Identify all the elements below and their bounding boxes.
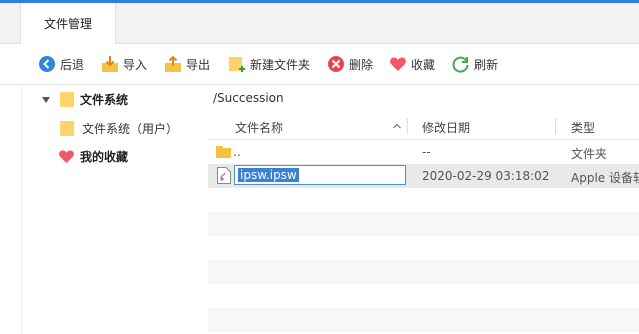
import-icon [101,55,119,73]
file-name: .. [233,145,241,159]
new-folder-button[interactable]: 新建文件夹 [228,54,310,74]
refresh-icon [452,55,470,73]
table-row[interactable]: .. -- 文件夹 [208,140,639,164]
delete-icon [327,55,345,73]
export-button[interactable]: 导出 [164,54,210,74]
favorite-button[interactable]: 收藏 [389,54,435,74]
empty-row [208,260,639,284]
sidebar-tree: 文件系统 文件系统（用户） 我的收藏 [22,85,209,334]
folder-icon [216,144,231,162]
refresh-label: 刷新 [474,57,499,72]
delete-label: 删除 [349,57,374,72]
rename-input-value: ipsw.ipsw [238,168,299,182]
column-divider[interactable] [407,118,408,134]
export-icon [164,55,182,73]
folder-icon [60,121,74,136]
heart-icon [58,149,75,164]
back-arrow-icon [38,55,56,73]
toolbar: 后退 导入 导出 新建文件夹 删除 收藏 刷新 [0,44,639,85]
tree-node-filesystem-user[interactable]: 文件系统（用户） [60,120,178,137]
column-header-date[interactable]: 修改日期 [422,119,470,136]
file-list-panel: /Succession 文件名称 修改日期 类型 .. -- 文件夹 ipsw.… [208,85,639,334]
back-label: 后退 [60,57,85,72]
left-edge-panel [0,85,22,334]
file-date: 2020-02-29 03:18:02 [422,169,550,183]
tab-bar: 文件管理 [0,3,639,44]
new-folder-icon [228,55,246,73]
tree-node-favorites-label: 我的收藏 [80,150,129,164]
refresh-button[interactable]: 刷新 [452,54,498,74]
tab-file-manager[interactable]: 文件管理 [20,3,116,44]
tree-node-filesystem[interactable]: 文件系统 [42,91,128,108]
favorite-label: 收藏 [411,57,436,72]
column-header-name[interactable]: 文件名称 [235,119,283,136]
column-header-row: 文件名称 修改日期 类型 [208,113,639,140]
heart-icon [389,55,407,73]
import-button[interactable]: 导入 [101,54,147,74]
new-folder-label: 新建文件夹 [250,57,311,72]
tree-node-filesystem-user-label: 文件系统（用户） [82,122,179,136]
file-type: 文件夹 [571,147,608,161]
file-date: -- [422,145,431,159]
import-label: 导入 [123,57,148,72]
tab-label: 文件管理 [43,17,92,31]
file-type: Apple 设备软 [571,171,639,185]
column-header-type[interactable]: 类型 [571,119,595,136]
tree-node-filesystem-label: 文件系统 [80,93,129,107]
back-button[interactable]: 后退 [38,54,84,74]
column-divider[interactable] [555,118,556,134]
table-row[interactable]: ipsw.ipsw 2020-02-29 03:18:02 Apple 设备软 [208,164,639,188]
rename-input[interactable]: ipsw.ipsw [234,165,406,185]
tree-node-favorites[interactable]: 我的收藏 [58,148,128,165]
expand-triangle-icon[interactable] [42,96,50,103]
empty-row [208,212,639,236]
sort-chevron-up-icon[interactable] [392,120,402,134]
folder-icon [60,92,74,107]
path-breadcrumb: /Succession [213,91,284,105]
empty-row [208,308,639,332]
delete-button[interactable]: 删除 [327,54,373,74]
export-label: 导出 [186,57,211,72]
file-icon [217,167,231,187]
